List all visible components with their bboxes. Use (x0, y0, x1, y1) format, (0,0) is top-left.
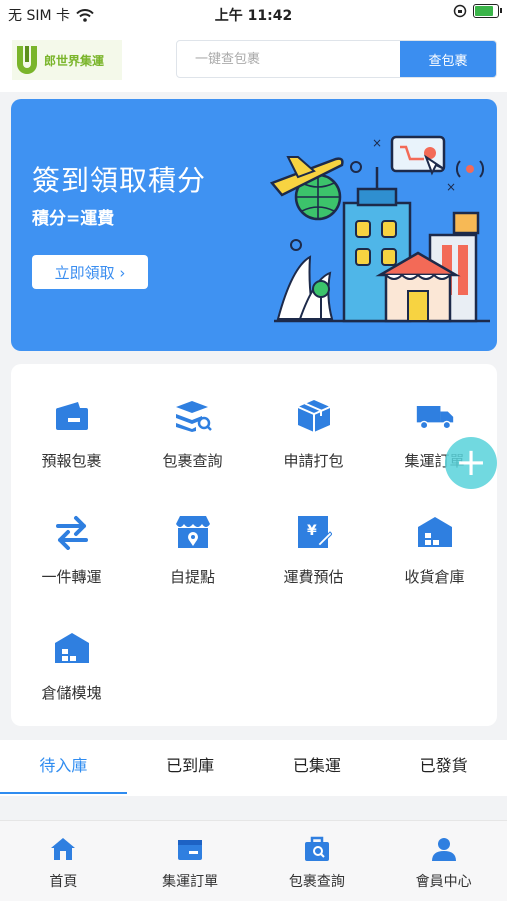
status-time: 上午 11:42 (214, 8, 293, 24)
service-label: 運費預估 (283, 568, 344, 586)
service-label: 包裹查詢 (162, 452, 223, 470)
price-calc-icon: ¥ (294, 512, 334, 552)
promo-banner[interactable]: 簽到領取積分 積分=運費 立即領取 › × × (11, 99, 497, 351)
nav-label: 首頁 (49, 874, 78, 890)
battery-icon (473, 4, 502, 18)
wallet-icon (52, 396, 92, 436)
nav-orders[interactable]: 集運訂單 (127, 821, 254, 901)
nav-member-center[interactable]: 會員中心 (380, 821, 507, 901)
service-forecast-parcel[interactable]: 預報包裹 (11, 396, 132, 471)
service-label: 申請打包 (283, 452, 344, 470)
claim-button[interactable]: 立即領取 › (32, 255, 148, 289)
svg-text:¥: ¥ (307, 523, 317, 539)
transfer-arrows-icon (52, 512, 92, 552)
tab-consolidated[interactable]: 已集運 (254, 740, 381, 796)
brand-logo[interactable]: 郎世界集運 (12, 40, 122, 80)
search-button[interactable]: 查包裹 (400, 41, 496, 77)
orientation-lock-icon (453, 4, 467, 18)
service-apply-packing[interactable]: 申請打包 (253, 396, 374, 471)
plus-icon: + (455, 439, 487, 484)
service-label: 預報包裹 (41, 452, 102, 470)
banner-title: 簽到領取積分 (32, 164, 207, 197)
user-icon (429, 835, 459, 863)
service-label: 一件轉運 (41, 568, 102, 586)
order-status-tabs: 待入庫 已到庫 已集運 已發貨 (0, 740, 507, 796)
tab-shipped[interactable]: 已發貨 (380, 740, 507, 796)
service-parcel-search[interactable]: 包裹查詢 (132, 396, 253, 471)
order-icon (175, 835, 205, 863)
service-freight-estimate[interactable]: ¥ 運費預估 (253, 512, 374, 587)
floating-add-button[interactable]: + (445, 437, 497, 489)
svg-text:×: × (446, 180, 456, 194)
svg-text:×: × (372, 136, 382, 150)
home-icon (48, 835, 78, 863)
nav-label: 集運訂單 (162, 874, 219, 890)
service-grid: 預報包裹 包裹查詢 申請打包 集運訂單 一件轉運 自提點 ¥ 運費預估 收貨倉庫… (11, 364, 497, 726)
status-right (453, 4, 502, 18)
status-bar: 无 SIM 卡 上午 11:42 (0, 0, 507, 26)
service-label: 倉儲模塊 (41, 684, 102, 702)
storage-icon (52, 628, 92, 668)
search-bar: 查包裹 (176, 40, 497, 78)
nav-label: 會員中心 (415, 874, 472, 890)
service-label: 自提點 (169, 568, 215, 586)
box-icon (294, 396, 334, 436)
store-pin-icon (173, 512, 213, 552)
stack-search-icon (173, 396, 213, 436)
service-storage-module[interactable]: 倉儲模塊 (11, 628, 132, 703)
parcel-search-icon (302, 835, 332, 863)
nav-label: 包裹查詢 (288, 874, 345, 890)
logo-text: 郎世界集運 (44, 53, 105, 68)
tab-arrived[interactable]: 已到庫 (127, 740, 254, 796)
nav-parcel-search[interactable]: 包裹查詢 (254, 821, 381, 901)
service-receiving-warehouse[interactable]: 收貨倉庫 (374, 512, 495, 587)
nav-home[interactable]: 首頁 (0, 821, 127, 901)
bottom-navigation: 首頁 集運訂單 包裹查詢 會員中心 (0, 820, 507, 901)
app-header: 郎世界集運 查包裹 (0, 26, 507, 92)
logo-u-icon (17, 46, 37, 74)
warehouse-icon (415, 512, 455, 552)
city-logistics-illustration: × × (269, 135, 490, 323)
service-single-transfer[interactable]: 一件轉運 (11, 512, 132, 587)
tab-pending-inbound[interactable]: 待入庫 (0, 740, 127, 796)
search-input[interactable] (177, 41, 400, 77)
truck-icon (415, 396, 455, 436)
banner-subtitle: 積分=運費 (32, 209, 115, 229)
service-pickup-point[interactable]: 自提點 (132, 512, 253, 587)
service-label: 收貨倉庫 (404, 568, 465, 586)
